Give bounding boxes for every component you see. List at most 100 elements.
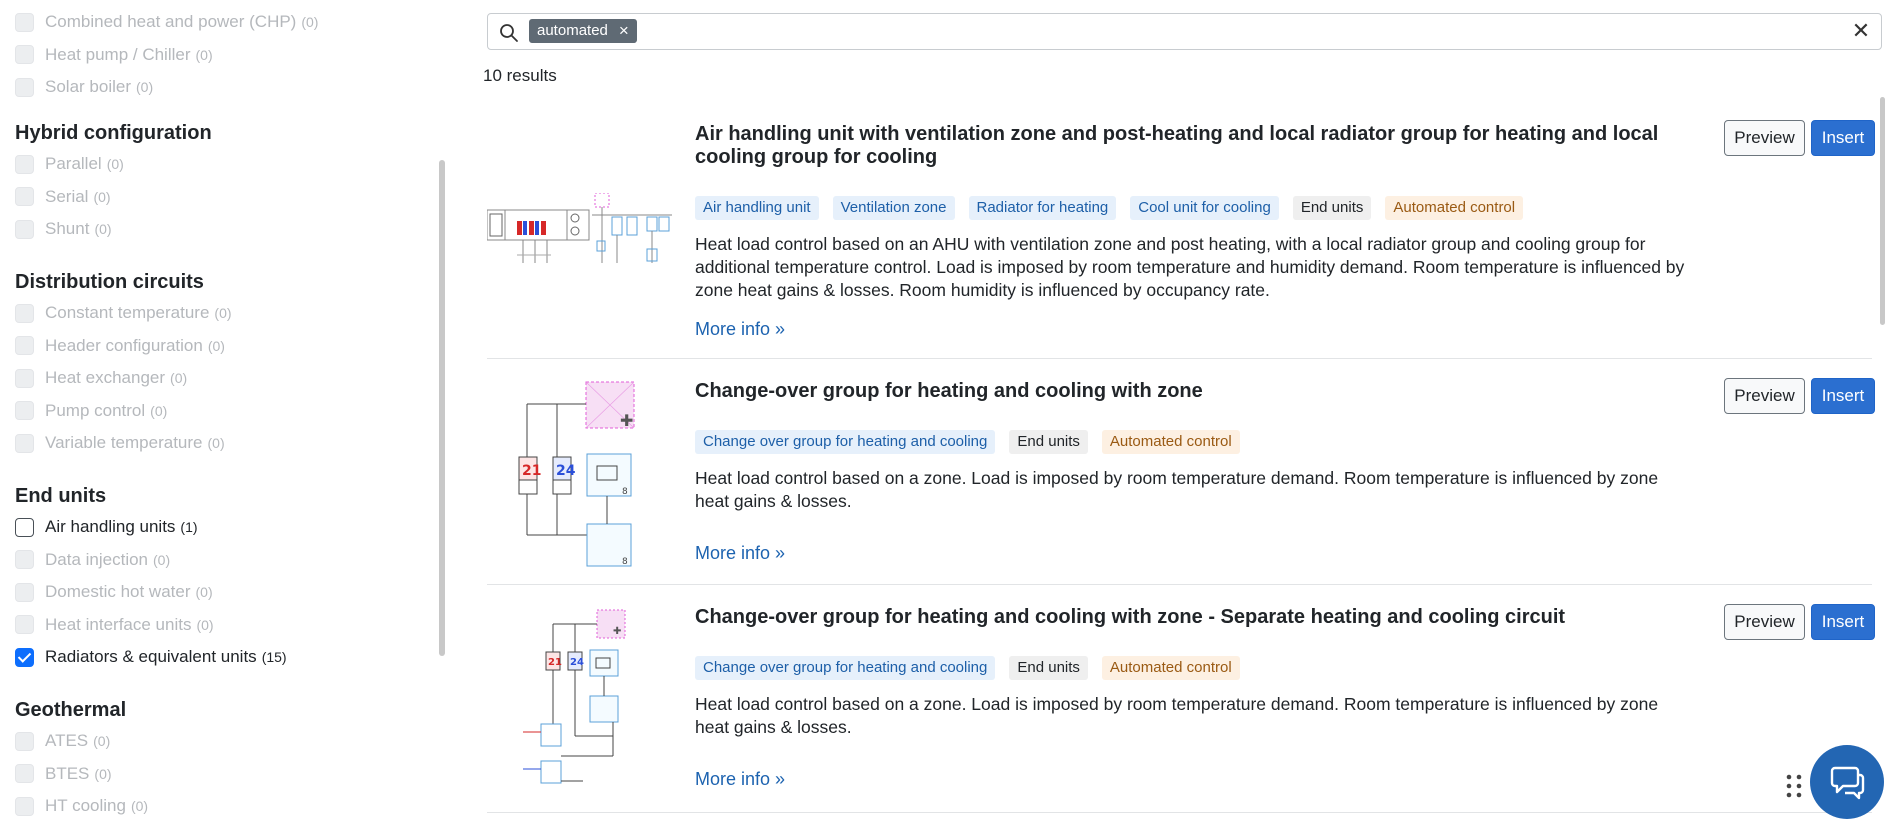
filter-option[interactable]: Variable temperature (0) [15, 427, 232, 460]
tag[interactable]: End units [1009, 656, 1088, 680]
checkbox[interactable] [15, 77, 34, 97]
preview-button[interactable]: Preview [1724, 120, 1805, 156]
result-card: Air handling unit with ventilation zone … [487, 118, 1875, 358]
tag[interactable]: Change over group for heating and coolin… [695, 656, 996, 680]
chat-button[interactable] [1810, 745, 1884, 819]
sidebar-scrollbar[interactable] [439, 160, 445, 656]
svg-text:24: 24 [570, 657, 584, 668]
divider [487, 358, 1872, 359]
checkbox[interactable] [15, 12, 34, 32]
filter-group-title: End units [15, 485, 107, 507]
checkbox[interactable] [15, 433, 34, 453]
result-title[interactable]: Change-over group for heating and coolin… [695, 380, 1695, 403]
divider [487, 812, 1872, 813]
search-chip: automated × [529, 19, 637, 43]
tag[interactable]: Cool unit for cooling [1130, 196, 1279, 220]
filter-group-title: Geothermal [15, 699, 127, 721]
filter-option[interactable]: Heat interface units (0) [15, 609, 287, 642]
more-info-link[interactable]: More info » [695, 543, 785, 564]
checkbox[interactable] [15, 764, 34, 784]
schematic-thumbnail [487, 193, 672, 263]
more-info-link[interactable]: More info » [695, 769, 785, 790]
checkbox[interactable] [15, 219, 34, 239]
tag[interactable]: Automated control [1385, 196, 1524, 220]
filter-option[interactable]: Data injection (0) [15, 544, 287, 577]
preview-button[interactable]: Preview [1724, 378, 1805, 414]
filter-group-geothermal: Geothermal ATES (0) BTES (0) HT cooling (0) [15, 695, 148, 823]
filter-group-hybrid-configuration: Hybrid configuration Parallel (0) Serial(… [15, 118, 212, 246]
result-card: ✚ 21 24 8 8 Change-over group for heatin… [487, 376, 1875, 582]
checkbox[interactable] [15, 401, 34, 421]
tag-list: Change over group for heating and coolin… [695, 430, 1240, 454]
tag[interactable]: Automated control [1101, 656, 1240, 680]
insert-button[interactable]: Insert [1811, 120, 1875, 156]
tag[interactable]: End units [1009, 430, 1088, 454]
search-bar[interactable]: automated × ✕ [487, 13, 1882, 50]
svg-text:✚: ✚ [613, 626, 621, 637]
tag[interactable]: Change over group for heating and coolin… [695, 430, 996, 454]
filter-group-title: Distribution circuits [15, 271, 204, 293]
results-scrollbar[interactable] [1880, 97, 1885, 325]
filter-option[interactable]: Header configuration (0) [15, 330, 232, 363]
filter-sidebar: Combined heat and power (CHP) (0) Heat pu… [0, 0, 450, 833]
tag[interactable]: End units [1292, 196, 1372, 220]
schematic-thumbnail: ✚ 21 24 [523, 609, 626, 784]
checkbox[interactable] [15, 336, 34, 356]
filter-option[interactable]: Heat pump / Chiller (0) [15, 39, 318, 72]
insert-button[interactable]: Insert [1811, 378, 1875, 414]
drag-handle-icon[interactable] [1785, 773, 1803, 799]
svg-text:24: 24 [556, 463, 576, 479]
filter-option[interactable]: Solar boiler (0) [15, 71, 318, 104]
filter-option[interactable]: Heat exchanger (0) [15, 362, 232, 395]
filter-group-title: Hybrid configuration [15, 122, 212, 144]
filter-option-air-handling-units[interactable]: Air handling units (1) [15, 511, 287, 544]
svg-text:21: 21 [522, 463, 541, 479]
filter-option[interactable]: ATES (0) [15, 725, 148, 758]
checkbox[interactable] [15, 615, 34, 635]
checkbox[interactable] [15, 154, 34, 174]
filter-option-radiators[interactable]: Radiators & equivalent units (15) [15, 641, 287, 674]
schematic-thumbnail: ✚ 21 24 8 8 [518, 381, 635, 567]
search-icon [500, 24, 518, 42]
tag-list: Change over group for heating and coolin… [695, 656, 1240, 680]
chat-bubbles-icon [1830, 766, 1865, 800]
svg-text:✚: ✚ [620, 411, 633, 430]
tag-list: Air handling unit Ventilation zone Radia… [695, 196, 1524, 220]
filter-option[interactable]: Shunt (0) [15, 213, 212, 246]
checkbox[interactable] [15, 517, 34, 537]
tag[interactable]: Ventilation zone [832, 196, 955, 220]
tag[interactable]: Air handling unit [695, 196, 819, 220]
insert-button[interactable]: Insert [1811, 604, 1875, 640]
svg-text:21: 21 [548, 657, 562, 668]
more-info-link[interactable]: More info » [695, 319, 785, 340]
checkbox-checked[interactable] [15, 647, 34, 667]
checkbox[interactable] [15, 45, 34, 65]
filter-option[interactable]: Serial (0) [15, 181, 212, 214]
checkbox[interactable] [15, 368, 34, 388]
checkbox[interactable] [15, 303, 34, 323]
filter-option[interactable]: BTES (0) [15, 758, 148, 791]
checkbox[interactable] [15, 796, 34, 816]
chip-remove-icon[interactable]: × [619, 19, 629, 43]
checkbox[interactable] [15, 731, 34, 751]
filter-option[interactable]: Parallel (0) [15, 148, 212, 181]
result-title[interactable]: Change-over group for heating and coolin… [695, 606, 1695, 629]
filter-option[interactable]: Constant temperature (0) [15, 297, 232, 330]
tag[interactable]: Automated control [1101, 430, 1240, 454]
tag[interactable]: Radiator for heating [968, 196, 1117, 220]
svg-text:8: 8 [622, 487, 628, 497]
result-description: Heat load control based on a zone. Load … [695, 694, 1659, 737]
filter-option[interactable]: Pump control (0) [15, 395, 232, 428]
filter-group-distribution-circuits: Distribution circuits Constant temperatu… [15, 267, 232, 460]
filter-option[interactable]: Domestic hot water (0) [15, 576, 287, 609]
checkbox[interactable] [15, 550, 34, 570]
clear-search-icon[interactable]: ✕ [1850, 20, 1872, 42]
preview-button[interactable]: Preview [1724, 604, 1805, 640]
filter-option[interactable]: HT cooling (0) [15, 790, 148, 823]
result-title[interactable]: Air handling unit with ventilation zone … [695, 123, 1695, 169]
filter-option[interactable]: Combined heat and power (CHP) (0) [15, 6, 318, 39]
checkbox[interactable] [15, 582, 34, 602]
checkbox[interactable] [15, 187, 34, 207]
search-chip-label: automated [537, 22, 608, 39]
filter-group-heat-sources: Combined heat and power (CHP) (0) Heat pu… [15, 6, 318, 104]
